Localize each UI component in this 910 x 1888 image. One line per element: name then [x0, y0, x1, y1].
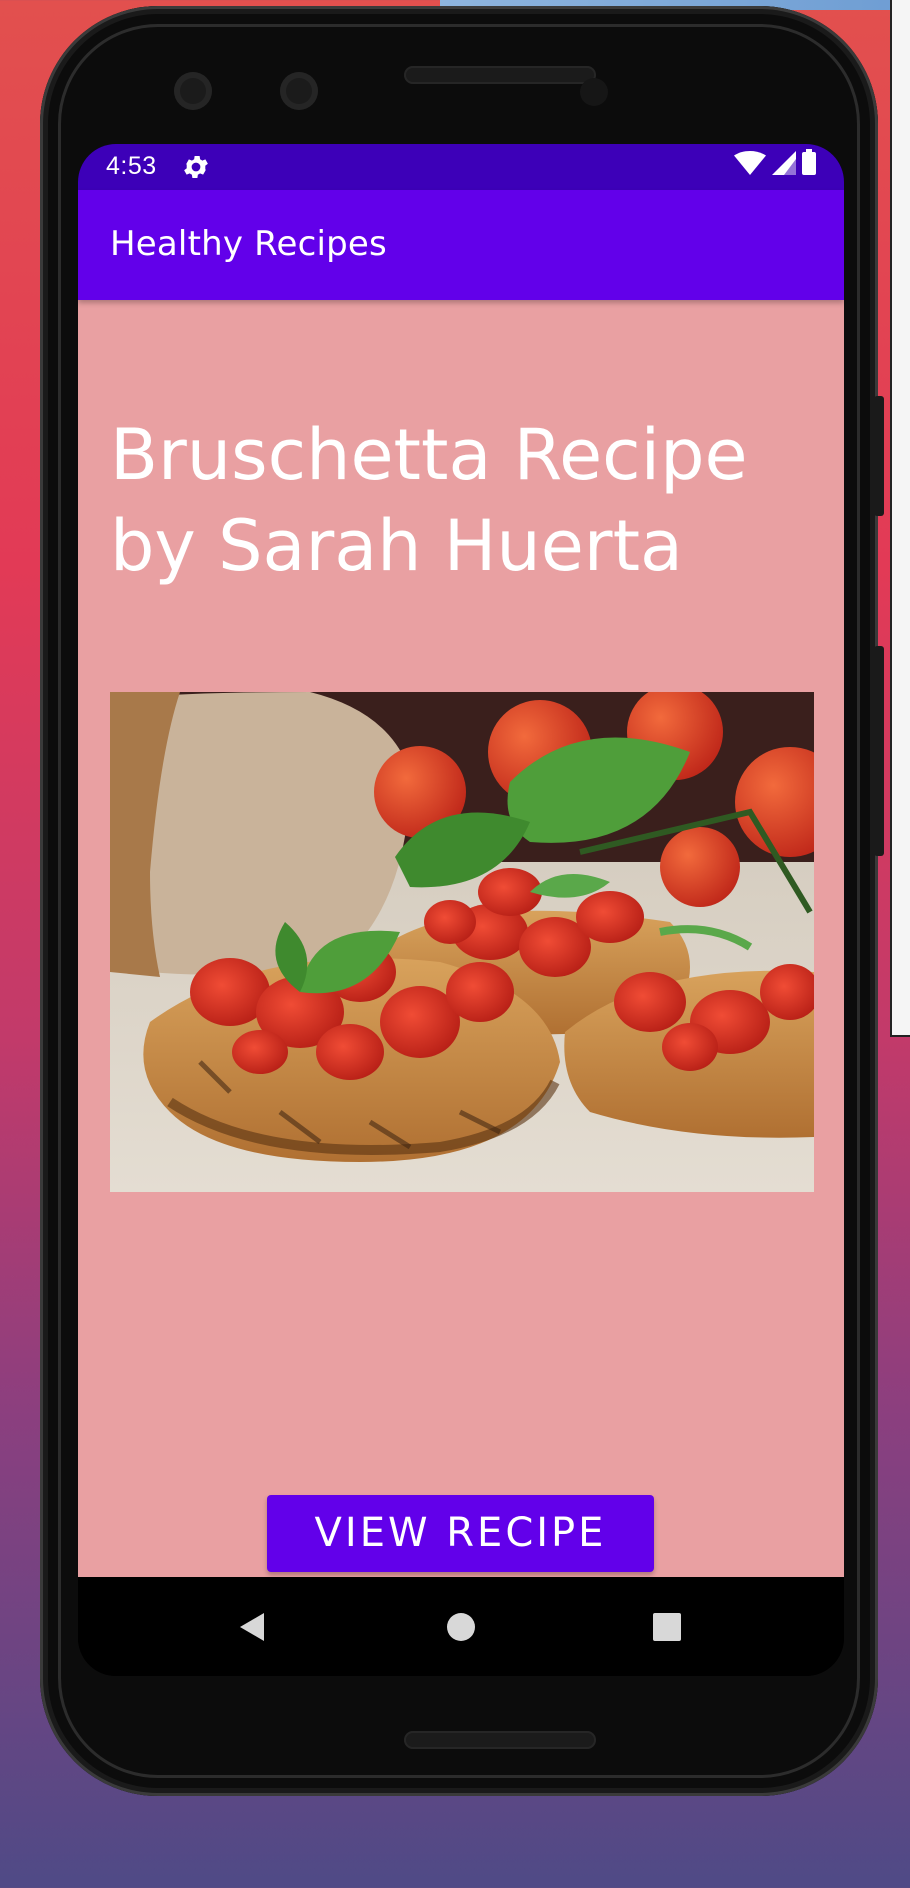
home-icon[interactable]	[439, 1605, 483, 1649]
status-time: 4:53	[106, 152, 157, 180]
background-window	[890, 0, 910, 1037]
wifi-icon	[734, 151, 766, 180]
view-recipe-button[interactable]: VIEW RECIPE	[267, 1495, 654, 1572]
recipe-title-line1: Bruschetta Recipe	[110, 414, 748, 496]
battery-icon	[802, 149, 816, 180]
bottom-speaker	[404, 1731, 596, 1749]
recipe-title-line2: by Sarah Huerta	[110, 505, 683, 587]
bruschetta-photo-illustration	[110, 692, 814, 1192]
app-title: Healthy Recipes	[110, 224, 387, 264]
app-toolbar: Healthy Recipes	[78, 190, 844, 300]
power-button	[874, 396, 884, 516]
main-content: Bruschetta Recipe by Sarah Huerta VIEW R…	[78, 300, 844, 1577]
proximity-sensor	[580, 78, 608, 106]
device-screen: 4:53 Healthy Recipes Bruschetta Recipe b…	[78, 144, 844, 1676]
front-camera-secondary	[280, 72, 318, 110]
front-camera	[174, 72, 212, 110]
earpiece-speaker	[404, 66, 596, 84]
volume-button	[874, 646, 884, 856]
system-navigation-bar	[78, 1577, 844, 1676]
status-icons	[734, 149, 816, 180]
bruschetta-photo	[110, 692, 814, 1192]
recents-icon[interactable]	[645, 1605, 689, 1649]
settings-gear-icon	[181, 152, 211, 182]
status-bar: 4:53	[78, 144, 844, 190]
back-icon[interactable]	[230, 1605, 274, 1649]
recipe-title: Bruschetta Recipe by Sarah Huerta	[110, 410, 810, 592]
cell-signal-icon	[772, 151, 796, 180]
